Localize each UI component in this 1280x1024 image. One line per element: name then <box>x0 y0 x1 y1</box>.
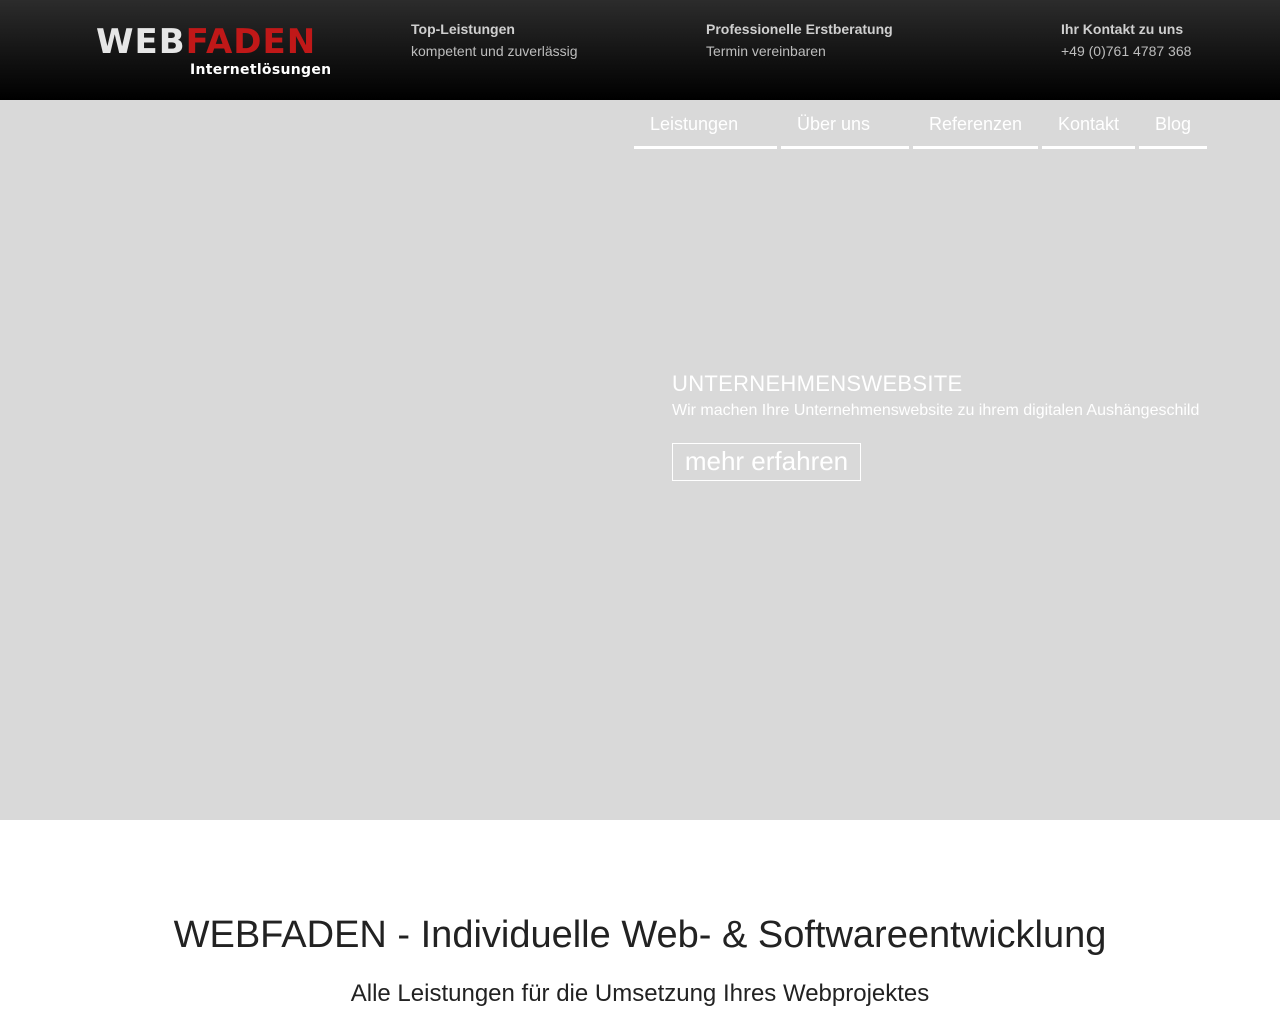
info-title: Top-Leistungen <box>411 21 515 37</box>
info-kontakt: Ihr Kontakt zu uns +49 (0)761 4787 368 <box>1061 18 1191 62</box>
mehr-erfahren-button[interactable]: mehr erfahren <box>672 443 861 481</box>
info-title: Professionelle Erstberatung <box>706 21 893 37</box>
info-top-leistungen: Top-Leistungen kompetent und zuverlässig <box>411 18 578 62</box>
info-erstberatung: Professionelle Erstberatung Termin verei… <box>706 18 893 62</box>
nav-item-kontakt[interactable]: Kontakt <box>1042 100 1135 149</box>
nav-item-ueber-uns[interactable]: Über uns <box>781 100 909 149</box>
nav-item-referenzen[interactable]: Referenzen <box>913 100 1038 149</box>
page-subtitle: Alle Leistungen für die Umsetzung Ihres … <box>350 980 930 1007</box>
hero-slider <box>0 100 1280 820</box>
logo-subtitle: Internetlösungen <box>190 62 332 78</box>
nav-item-blog[interactable]: Blog <box>1139 100 1207 149</box>
page-title: WEBFADEN - Individuelle Web- & Softwaree… <box>173 914 1107 956</box>
slide-subtitle: Wir machen Ihre Unternehmenswebsite zu i… <box>672 402 1200 419</box>
site-header: WEBFADEN Internetlösungen Top-Leistungen… <box>0 0 1280 100</box>
nav-item-leistungen[interactable]: Leistungen <box>634 100 777 149</box>
info-title: Ihr Kontakt zu uns <box>1061 21 1184 37</box>
slide-title: UNTERNEHMENSWEBSITE <box>672 371 963 396</box>
phone-number[interactable]: +49 (0)761 4787 368 <box>1061 40 1191 62</box>
info-subtitle: Termin vereinbaren <box>706 43 826 59</box>
info-subtitle: kompetent und zuverlässig <box>411 43 578 59</box>
svg-text:WEBFADEN: WEBFADEN <box>96 24 316 62</box>
main-nav: Leistungen Über uns Referenzen Kontakt B… <box>0 100 1280 152</box>
